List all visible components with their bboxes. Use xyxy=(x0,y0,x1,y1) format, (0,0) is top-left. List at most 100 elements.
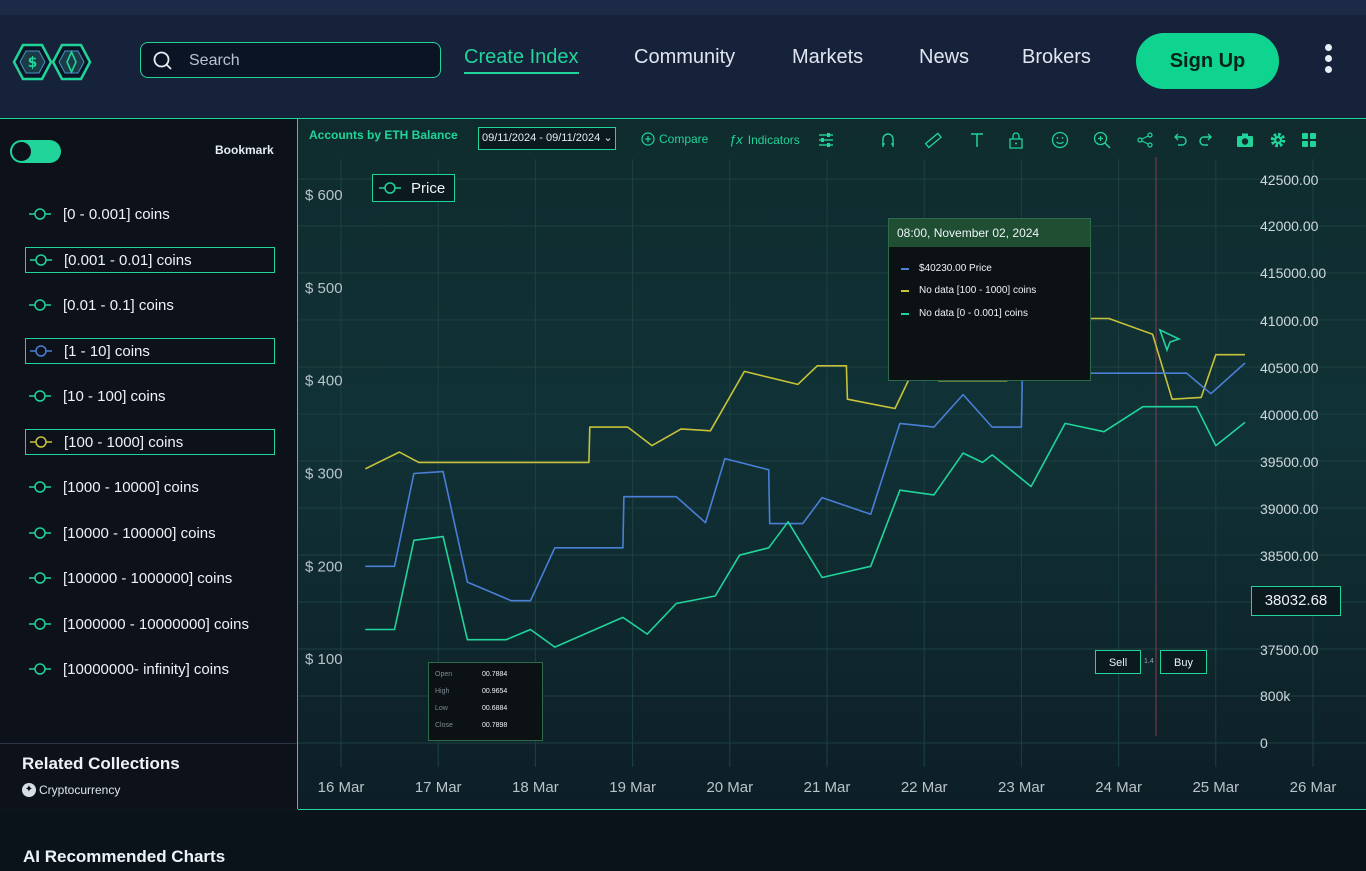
chart-title: Accounts by ETH Balance xyxy=(309,128,458,142)
ohlc-panel: Open 00.7884 High 00.9654 Low 00.6884 Close… xyxy=(428,662,543,741)
series-item[interactable]: [100 - 1000] coins xyxy=(25,429,275,455)
legend-marker-icon xyxy=(29,663,51,675)
crypto-icon: ✦ xyxy=(22,783,36,797)
ohlc-row: High 00.9654 xyxy=(435,688,508,695)
series-item-label: [1000000 - 10000000] coins xyxy=(63,615,249,633)
tooltip-row-swatch xyxy=(901,267,909,270)
camera-icon[interactable] xyxy=(1236,131,1254,149)
ruler-icon[interactable] xyxy=(924,131,942,149)
zoom-in-icon[interactable] xyxy=(1093,131,1111,149)
nav-news[interactable]: News xyxy=(919,46,969,69)
legend-marker-icon xyxy=(29,481,51,493)
series-line xyxy=(365,362,1246,602)
nav-markets[interactable]: Markets xyxy=(792,46,863,69)
x-tick: 26 Mar xyxy=(1290,779,1337,796)
tooltip-row-text: $40230.00 Price xyxy=(919,263,992,274)
tooltip-row-swatch xyxy=(901,312,909,315)
bookmark-toggle[interactable] xyxy=(10,140,61,163)
tooltip-header: 08:00, November 02, 2024 xyxy=(889,219,1090,247)
more-menu-icon[interactable] xyxy=(1316,41,1340,81)
x-tick: 19 Mar xyxy=(609,779,656,796)
legend-marker-icon xyxy=(379,182,401,194)
series-line xyxy=(364,317,1245,470)
text-icon[interactable] xyxy=(968,131,986,149)
x-tick: 20 Mar xyxy=(706,779,753,796)
recommended-section: AI Recommended Charts xyxy=(0,810,1366,871)
legend-marker-icon xyxy=(30,436,52,448)
series-item[interactable]: [1000000 - 10000000] coins xyxy=(25,611,275,637)
collection-chip[interactable]: ✦ Cryptocurrency xyxy=(22,783,120,797)
share-icon[interactable] xyxy=(1136,131,1154,149)
y-right-tick: 415000.00 xyxy=(1260,265,1326,281)
legend-marker-icon xyxy=(29,390,51,402)
lock-icon[interactable] xyxy=(1007,131,1025,149)
series-item[interactable]: [0 - 0.001] coins xyxy=(25,201,275,227)
y-right-tick: 41000.00 xyxy=(1260,313,1319,329)
magnet-icon[interactable] xyxy=(879,131,897,149)
series-item-label: [0.01 - 0.1] coins xyxy=(63,296,174,314)
series-item[interactable]: [10000000- infinity] coins xyxy=(25,656,275,682)
buy-button[interactable]: Buy xyxy=(1160,650,1207,674)
x-tick: 16 Mar xyxy=(318,779,365,796)
series-item[interactable]: [100000 - 1000000] coins xyxy=(25,565,275,591)
x-tick: 24 Mar xyxy=(1095,779,1142,796)
data-tooltip: 08:00, November 02, 2024 $40230.00 Price… xyxy=(888,218,1091,381)
price-legend-label: Price xyxy=(411,179,446,197)
y-right-tick: 38500.00 xyxy=(1260,548,1319,564)
series-line xyxy=(365,405,1246,648)
logo-icon[interactable]: $ xyxy=(12,41,92,83)
tooltip-row-text: No data [100 - 1000] coins xyxy=(919,285,1037,296)
nav-create-index[interactable]: Create Index xyxy=(464,46,579,74)
y-left-tick: $ 400 xyxy=(305,373,343,390)
series-item[interactable]: [1000 - 10000] coins xyxy=(25,474,275,500)
redo-icon[interactable] xyxy=(1198,131,1216,149)
function-icon: ƒx xyxy=(729,132,743,147)
collection-chip-label: Cryptocurrency xyxy=(39,783,121,797)
legend-marker-icon xyxy=(30,345,52,357)
sign-up-button[interactable]: Sign Up xyxy=(1136,33,1279,89)
series-item-label: [0.001 - 0.01] coins xyxy=(64,251,192,269)
legend-marker-icon xyxy=(29,527,51,539)
y-left-tick: $ 200 xyxy=(305,558,343,575)
settings-sliders-icon[interactable] xyxy=(817,131,835,149)
undo-icon[interactable] xyxy=(1170,131,1188,149)
emoji-icon[interactable] xyxy=(1051,131,1069,149)
tooltip-row-text: No data [0 - 0.001] coins xyxy=(919,308,1028,319)
y-right-tick: 39000.00 xyxy=(1260,501,1319,517)
series-item-label: [1000 - 10000] coins xyxy=(63,478,199,496)
gear-icon[interactable] xyxy=(1269,131,1287,149)
cursor-icon xyxy=(1158,328,1182,353)
compare-button[interactable]: Compare xyxy=(641,132,708,146)
x-tick: 21 Mar xyxy=(804,779,851,796)
nav-brokers[interactable]: Brokers xyxy=(1022,46,1091,69)
grid-icon[interactable] xyxy=(1300,131,1318,149)
series-item-label: [10 - 100] coins xyxy=(63,387,166,405)
date-range-picker[interactable]: 09/11/2024 - 09/11/2024 ⌄ xyxy=(478,127,616,150)
series-item-label: [0 - 0.001] coins xyxy=(63,205,170,223)
y-right-tick: 37500.00 xyxy=(1260,642,1319,658)
x-tick: 18 Mar xyxy=(512,779,559,796)
series-item[interactable]: [0.001 - 0.01] coins xyxy=(25,247,275,273)
series-item[interactable]: [0.01 - 0.1] coins xyxy=(25,292,275,318)
series-item[interactable]: [10 - 100] coins xyxy=(25,383,275,409)
related-collections-title: Related Collections xyxy=(22,754,180,773)
y-right-tick: 42500.00 xyxy=(1260,172,1319,188)
nav-community[interactable]: Community xyxy=(634,46,735,69)
search-input[interactable] xyxy=(187,49,431,73)
sell-button[interactable]: Sell xyxy=(1095,650,1141,674)
indicators-button[interactable]: ƒx Indicators xyxy=(729,132,800,147)
legend-marker-icon xyxy=(29,299,51,311)
series-item[interactable]: [1 - 10] coins xyxy=(25,338,275,364)
plus-circle-icon xyxy=(641,132,655,146)
compare-label: Compare xyxy=(659,132,709,146)
current-price-label: 38032.68 xyxy=(1251,586,1341,616)
legend-marker-icon xyxy=(29,208,51,220)
price-legend[interactable]: Price xyxy=(372,174,455,202)
series-item[interactable]: [10000 - 100000] coins xyxy=(25,520,275,546)
search-box[interactable] xyxy=(140,42,441,78)
x-tick: 22 Mar xyxy=(901,779,948,796)
series-item-label: [1 - 10] coins xyxy=(64,342,150,360)
x-tick: 23 Mar xyxy=(998,779,1045,796)
legend-marker-icon xyxy=(29,572,51,584)
y-left-tick: $ 600 xyxy=(305,187,343,204)
